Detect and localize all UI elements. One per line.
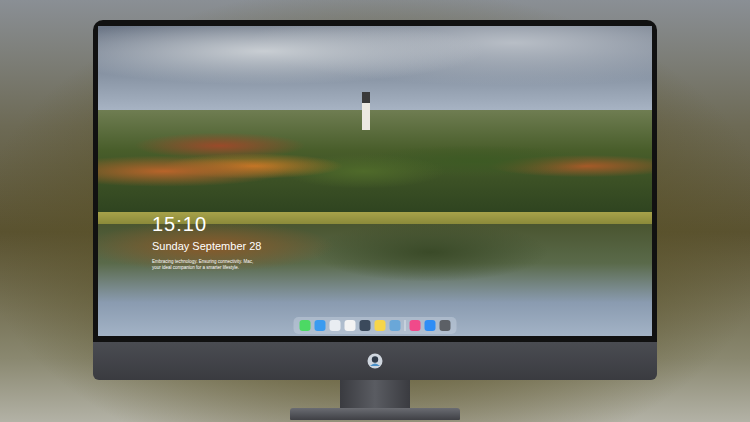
video-icon[interactable] — [360, 320, 371, 331]
wallpaper-trees — [98, 110, 652, 212]
monitor-chin — [93, 342, 657, 380]
safari-icon[interactable] — [330, 320, 341, 331]
photos-icon[interactable] — [345, 320, 356, 331]
wallpaper-sky — [98, 26, 652, 110]
dock — [294, 317, 457, 334]
lock-clock: 15:10 Sunday September 28 Embracing tech… — [152, 212, 282, 271]
church-tower — [362, 92, 370, 130]
brand-logo-icon — [367, 353, 383, 369]
music-icon[interactable] — [410, 320, 421, 331]
preview-icon[interactable] — [390, 320, 401, 331]
notes-icon[interactable] — [375, 320, 386, 331]
dock-separator — [405, 320, 406, 331]
monitor-base — [290, 408, 460, 420]
wallpaper — [98, 26, 652, 336]
monitor: 15:10 Sunday September 28 Embracing tech… — [93, 20, 657, 422]
monitor-neck — [340, 380, 410, 408]
clock-tagline: Embracing technology. Ensuring connectiv… — [152, 259, 262, 271]
page-background: 15:10 Sunday September 28 Embracing tech… — [0, 0, 750, 422]
appstore-icon[interactable] — [425, 320, 436, 331]
clock-time: 15:10 — [152, 212, 282, 236]
finder-icon[interactable] — [315, 320, 326, 331]
monitor-bezel: 15:10 Sunday September 28 Embracing tech… — [93, 20, 657, 342]
screen: 15:10 Sunday September 28 Embracing tech… — [98, 26, 652, 336]
camera-icon[interactable] — [440, 320, 451, 331]
messages-icon[interactable] — [300, 320, 311, 331]
clock-date: Sunday September 28 — [152, 239, 282, 253]
